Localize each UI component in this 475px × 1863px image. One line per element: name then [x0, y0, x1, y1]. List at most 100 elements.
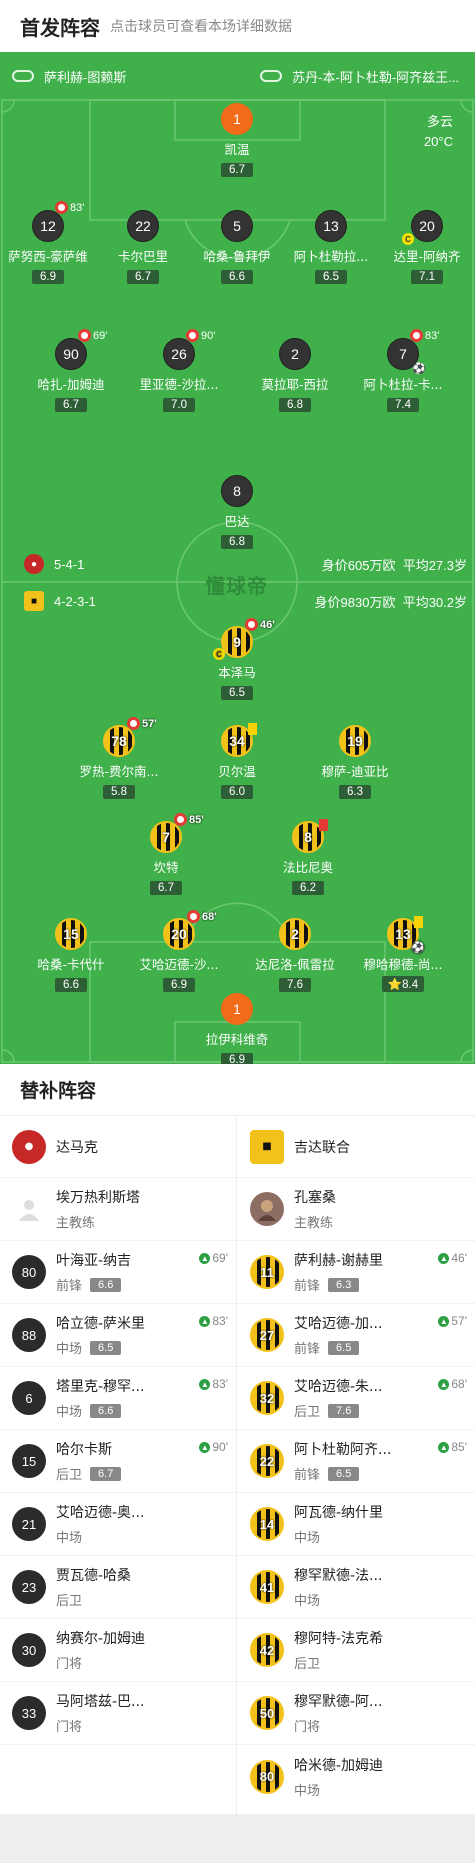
sub-on-icon: ▲: [199, 1252, 211, 1264]
sub-player-row[interactable]: 11 萨利赫-谢赫里 前锋 6.3 ▲ 46': [238, 1241, 475, 1304]
sub-player-row[interactable]: 50 穆罕默德-阿... 门将: [238, 1682, 475, 1745]
player-away[interactable]: 9 46' C 本泽马 6.5: [187, 618, 287, 700]
player-home[interactable]: 5 哈桑-鲁拜伊 6.6: [187, 210, 287, 284]
player-rating: 6.7: [150, 881, 182, 895]
away-coach[interactable]: 苏丹-本-阿卜杜勒-阿齐兹王...: [260, 61, 459, 91]
sub-position: 前锋: [294, 1342, 321, 1357]
sub-player-row[interactable]: 80 叶海亚-纳吉 前锋 6.6 ▲ 69': [0, 1241, 236, 1304]
sub-player-row[interactable]: 80 哈米德-加姆迪 中场: [238, 1745, 475, 1808]
sub-name: 纳赛尔-加姆迪: [56, 1631, 146, 1647]
player-away-gk[interactable]: 1 拉伊科维奇 6.9: [187, 993, 287, 1064]
sub-off-icon: [410, 329, 423, 342]
sub-rating: 6.6: [90, 1277, 122, 1292]
home-team-row[interactable]: ● 达马克: [0, 1116, 236, 1178]
away-value: 身价9830万欧 平均30.2岁: [315, 592, 467, 611]
sub-position: 门将: [56, 1657, 83, 1672]
sub-position: 中场: [56, 1405, 83, 1420]
player-away[interactable]: 19 穆萨-迪亚比 6.3: [305, 725, 405, 799]
player-away[interactable]: 7 85' 坎特 6.7: [116, 813, 216, 895]
sub-player-row[interactable]: 23 贾瓦德-哈桑 后卫: [0, 1556, 236, 1619]
jersey-number: 90: [63, 346, 79, 362]
player-home[interactable]: 20 C 达里-阿纳齐 7.1: [377, 210, 475, 284]
player-rating: 6.8: [279, 398, 311, 412]
home-market-value: 身价605万欧: [321, 557, 396, 573]
jersey-icon: 32: [250, 1381, 284, 1415]
sub-name: 塔里克-穆罕...: [56, 1379, 145, 1395]
jersey-icon: 78 57': [103, 717, 157, 757]
sub-position: 中场: [294, 1783, 321, 1799]
sub-rating: 7.6: [328, 1403, 360, 1418]
jersey-icon: 2: [279, 338, 311, 370]
sub-off-badge: 83': [410, 329, 439, 342]
player-name: 穆萨-迪亚比: [321, 764, 389, 779]
player-away[interactable]: 8 法比尼奥 6.2: [258, 819, 358, 895]
player-home[interactable]: 26 90' 里亚德-沙拉... 7.0: [129, 329, 229, 412]
jersey-icon: 23: [12, 1570, 46, 1604]
jersey-icon: 21: [12, 1507, 46, 1541]
sub-name: 艾哈迈德-加...: [294, 1316, 383, 1332]
player-home[interactable]: 22 卡尔巴里 6.7: [93, 210, 193, 284]
jersey-icon: 22: [250, 1444, 284, 1478]
sub-player-row[interactable]: 88 哈立德-萨米里 中场 6.5 ▲ 83': [0, 1304, 236, 1367]
sub-player-row[interactable]: 33 马阿塔兹-巴... 门将: [0, 1682, 236, 1745]
player-name: 本泽马: [218, 665, 256, 680]
player-rating: 7.6: [279, 978, 311, 992]
player-away[interactable]: 78 57' 罗热-费尔南... 5.8: [69, 717, 169, 799]
player-away[interactable]: 2 达尼洛-佩雷拉 7.6: [245, 918, 345, 992]
sub-position: 中场: [56, 1531, 83, 1546]
player-away[interactable]: 15 哈桑-卡代什 6.6: [21, 918, 121, 992]
goal-ball-icon: ⚽: [412, 363, 426, 375]
sub-player-row[interactable]: 15 哈尔卡斯 后卫 6.7 ▲ 90': [0, 1430, 236, 1493]
sub-player-row[interactable]: 32 艾哈迈德-朱... 后卫 7.6 ▲ 68': [238, 1367, 475, 1430]
player-home[interactable]: 12 83' 萨努西-豪萨维 6.9: [0, 201, 98, 284]
manager-name: 埃万热利斯塔: [56, 1190, 140, 1206]
jersey-icon: 50: [250, 1696, 284, 1730]
sub-player-row[interactable]: 14 阿瓦德-纳什里 中场: [238, 1493, 475, 1556]
jersey-icon: 88: [12, 1318, 46, 1352]
sub-time: 68': [451, 1377, 467, 1391]
sub-off-badge: 90': [186, 329, 215, 342]
player-rating: 6.0: [221, 785, 253, 799]
player-away[interactable]: 34 贝尔温 6.0: [187, 723, 287, 799]
jersey-icon: 6: [12, 1381, 46, 1415]
home-coach[interactable]: 萨利赫-图赖斯: [12, 61, 126, 91]
sub-off-icon: [127, 717, 140, 730]
jersey-icon: 12 83': [32, 201, 84, 242]
sub-player-row[interactable]: 41 穆罕默德-法... 中场: [238, 1556, 475, 1619]
jersey-icon: 1: [221, 103, 253, 135]
player-name: 卡尔巴里: [117, 249, 168, 264]
home-coach-name: 萨利赫-图赖斯: [44, 69, 127, 85]
player-name: 凯温: [224, 142, 250, 157]
sub-time: 83': [212, 1314, 228, 1328]
sub-position: 后卫: [294, 1657, 321, 1672]
star-icon: ⭐: [387, 979, 403, 991]
jersey-icon: 34: [221, 723, 257, 757]
whistle-icon: [260, 70, 283, 82]
player-home-gk[interactable]: 1 凯温 6.7: [187, 103, 287, 177]
sub-on-icon: ▲: [199, 1441, 211, 1453]
player-rating: 6.9: [221, 1053, 253, 1064]
player-rating: 6.8: [221, 535, 253, 549]
sub-player-row[interactable]: 6 塔里克-穆罕... 中场 6.6 ▲ 83': [0, 1367, 236, 1430]
sub-player-row[interactable]: 42 穆阿特-法克希 后卫: [238, 1619, 475, 1682]
player-home[interactable]: 2 莫拉耶-西拉 6.8: [245, 338, 345, 412]
away-team-row[interactable]: ■ 吉达联合: [238, 1116, 475, 1178]
player-name: 拉伊科维奇: [205, 1032, 269, 1047]
sub-player-row[interactable]: 21 艾哈迈德-奥... 中场: [0, 1493, 236, 1556]
sub-off-icon: [78, 329, 91, 342]
jersey-icon: 20 C: [402, 210, 443, 245]
sub-off-badge: 57': [127, 717, 157, 730]
player-away[interactable]: 20 68' 艾哈迈德-沙... 6.9: [129, 910, 229, 992]
sub-player-row[interactable]: 27 艾哈迈德-加... 前锋 6.5 ▲ 57': [238, 1304, 475, 1367]
home-manager[interactable]: 埃万热利斯塔 主教练: [0, 1178, 236, 1241]
sub-player-row[interactable]: 22 阿卜杜勒阿齐... 前锋 6.5 ▲ 85': [238, 1430, 475, 1493]
player-home[interactable]: 8 巴达 6.8: [187, 475, 287, 549]
player-home[interactable]: 13 阿卜杜勒拉... 6.5: [281, 210, 381, 284]
sub-player-row[interactable]: 30 纳赛尔-加姆迪 门将: [0, 1619, 236, 1682]
player-away[interactable]: 13 ⚽ 穆哈穆德-尚... ⭐8.4: [353, 916, 453, 992]
jersey-icon: 13 ⚽: [387, 916, 425, 954]
away-manager[interactable]: 孔塞桑 主教练: [238, 1178, 475, 1241]
player-home[interactable]: 90 69' 哈扎-加姆迪 6.7: [21, 329, 121, 412]
player-home[interactable]: 7 83' ⚽ 阿卜杜拉-卡... 7.4: [353, 329, 453, 412]
team-name: 吉达联合: [294, 1139, 350, 1156]
